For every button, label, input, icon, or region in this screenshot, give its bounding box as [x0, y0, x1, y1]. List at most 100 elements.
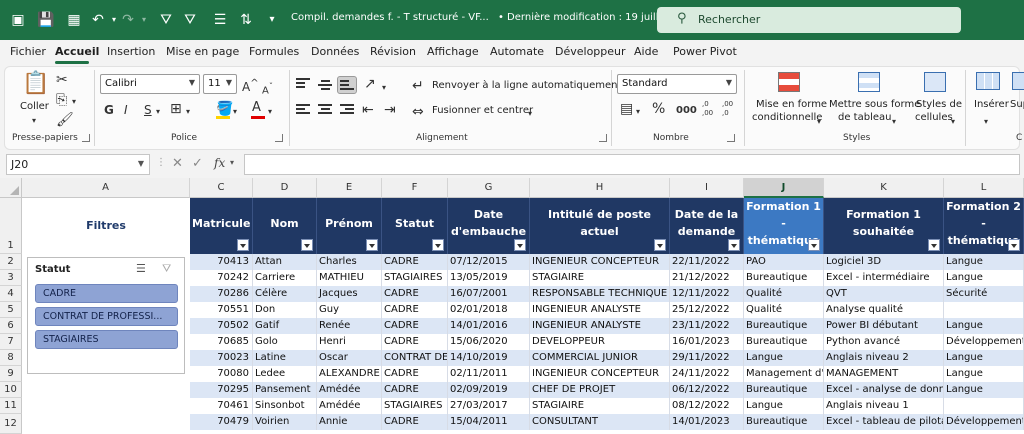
table-cell[interactable]: Golo	[253, 334, 317, 350]
table-cell[interactable]: Bureautique	[744, 334, 824, 350]
table-cell[interactable]: Ledee	[253, 366, 317, 382]
number-format-combo[interactable]: Standard ▼	[617, 74, 737, 94]
increase-font-icon[interactable]: A^	[242, 76, 259, 95]
statut-slicer[interactable]: Statut ☰ ⛛ CADRE CONTRAT DE PROFESSI... …	[27, 257, 185, 374]
table-cell[interactable]: Célère	[253, 286, 317, 302]
table-cell[interactable]: INGENIEUR ANALYSTE	[530, 318, 670, 334]
conditional-format-dropdown-icon[interactable]: ▾	[817, 114, 821, 130]
font-color-dropdown-icon[interactable]: ▾	[268, 104, 272, 120]
cell-styles-label-2[interactable]: cellules	[915, 112, 953, 123]
orientation-icon[interactable]: ↗	[364, 76, 376, 92]
table-cell[interactable]: Langue	[944, 350, 1024, 366]
accounting-dropdown-icon[interactable]: ▾	[636, 104, 640, 120]
align-center-icon[interactable]	[318, 104, 332, 116]
table-cell[interactable]: Management d'équipe	[744, 366, 824, 382]
table-cell[interactable]: 08/12/2022	[670, 398, 744, 414]
table-header-h[interactable]: Intitulé de poste actuel	[530, 198, 670, 254]
tab-automate[interactable]: Automate	[490, 45, 544, 58]
table-cell[interactable]: 70502	[190, 318, 253, 334]
clear-filter-icon[interactable]: ⛛	[162, 262, 171, 276]
font-launcher-icon[interactable]	[275, 134, 283, 142]
table-cell[interactable]: PAO	[744, 254, 824, 270]
table-cell[interactable]: Développement	[944, 414, 1024, 430]
worksheet-grid[interactable]: ACDEFGHIJKL 1 2 3 4 5 6 7 8 9 10 11 12 Filtres Stat…	[0, 178, 1024, 434]
table-cell[interactable]: 24/11/2022	[670, 366, 744, 382]
row-header-10[interactable]: 10	[0, 382, 22, 398]
column-header-e[interactable]: E	[317, 178, 382, 198]
underline-dropdown-icon[interactable]: ▾	[156, 104, 160, 120]
insert-function-button[interactable]: fx	[214, 156, 225, 170]
table-cell[interactable]: 29/11/2022	[670, 350, 744, 366]
table-cell[interactable]: Langue	[944, 366, 1024, 382]
table-cell[interactable]: Annie	[317, 414, 382, 430]
table-cell[interactable]: Langue	[944, 270, 1024, 286]
form-icon[interactable]: ☰	[210, 10, 230, 30]
filter-dropdown-icon[interactable]	[728, 239, 740, 251]
insert-cells-button[interactable]: Insérer	[974, 99, 1009, 110]
table-header-d[interactable]: Nom	[253, 198, 317, 254]
paste-icon[interactable]: 📋	[22, 72, 49, 96]
table-cell[interactable]: 02/11/2011	[448, 366, 530, 382]
row-header-11[interactable]: 11	[0, 398, 22, 414]
column-header-f[interactable]: F	[382, 178, 448, 198]
table-header-g[interactable]: Date d'embauche	[448, 198, 530, 254]
filter-dropdown-icon[interactable]	[808, 239, 820, 251]
tab-accueil[interactable]: Accueil	[55, 45, 99, 58]
table-cell[interactable]: Qualité	[744, 286, 824, 302]
table-cell[interactable]: Langue	[944, 254, 1024, 270]
table-cell[interactable]: CADRE	[382, 302, 448, 318]
table-cell[interactable]: 15/04/2011	[448, 414, 530, 430]
redo-dropdown-icon[interactable]: ▾	[134, 10, 154, 30]
table-cell[interactable]: 70023	[190, 350, 253, 366]
table-cell[interactable]: CADRE	[382, 382, 448, 398]
row-header-1[interactable]: 1	[0, 198, 22, 254]
table-header-l[interactable]: Formation 2 - thématique	[944, 198, 1024, 254]
accounting-format-icon[interactable]: ▤	[620, 101, 633, 117]
table-cell[interactable]: Henri	[317, 334, 382, 350]
function-dropdown-icon[interactable]: ▾	[230, 158, 234, 167]
number-launcher-icon[interactable]	[727, 134, 735, 142]
fill-color-icon[interactable]: 🪣	[216, 101, 233, 117]
italic-button[interactable]: I	[124, 102, 128, 118]
merge-center-icon[interactable]: ⇔	[412, 104, 424, 120]
tab-formules[interactable]: Formules	[249, 45, 299, 58]
select-all-button[interactable]	[0, 178, 22, 198]
tab-fichier[interactable]: Fichier	[10, 45, 46, 58]
conditional-format-icon[interactable]	[778, 72, 800, 92]
filter-dropdown-icon[interactable]	[301, 239, 313, 251]
merge-center-button[interactable]: Fusionner et centrer	[432, 105, 533, 116]
row-header-2[interactable]: 2	[0, 254, 22, 270]
delete-cells-icon[interactable]	[1012, 72, 1024, 90]
decrease-decimal-button[interactable]: ,00 ,0	[722, 100, 738, 118]
table-cell[interactable]: Qualité	[744, 302, 824, 318]
table-cell[interactable]: 25/12/2022	[670, 302, 744, 318]
table-cell[interactable]: CADRE	[382, 318, 448, 334]
thousands-button[interactable]: 000	[676, 103, 697, 119]
font-name-combo[interactable]: Calibri ▼	[100, 74, 200, 94]
table-cell[interactable]: CADRE	[382, 334, 448, 350]
column-header-k[interactable]: K	[824, 178, 944, 198]
table-cell[interactable]: Sécurité	[944, 286, 1024, 302]
table-cell[interactable]	[944, 398, 1024, 414]
table-cell[interactable]: STAGIAIRES	[382, 270, 448, 286]
borders-dropdown-icon[interactable]: ▾	[186, 104, 190, 120]
slicer-item-contrat[interactable]: CONTRAT DE PROFESSI...	[35, 307, 178, 326]
tab-developpeur[interactable]: Développeur	[555, 45, 626, 58]
table-header-f[interactable]: Statut	[382, 198, 448, 254]
tab-insertion[interactable]: Insertion	[107, 45, 155, 58]
table-cell[interactable]: Logiciel 3D	[824, 254, 944, 270]
table-cell[interactable]: CHEF DE PROJET	[530, 382, 670, 398]
tab-donnees[interactable]: Données	[311, 45, 359, 58]
borders-icon[interactable]: ⊞	[170, 101, 182, 117]
table-cell[interactable]: Excel - intermédiaire	[824, 270, 944, 286]
table-cell[interactable]: Voirien	[253, 414, 317, 430]
table-cell[interactable]: MANAGEMENT	[824, 366, 944, 382]
copy-dropdown-icon[interactable]: ▾	[72, 94, 76, 110]
table-cell[interactable]: Développement	[944, 334, 1024, 350]
table-cell[interactable]: 12/11/2022	[670, 286, 744, 302]
table-cell[interactable]: Amédée	[317, 398, 382, 414]
table-cell[interactable]: 02/01/2018	[448, 302, 530, 318]
table-cell[interactable]: Langue	[944, 382, 1024, 398]
clipboard-launcher-icon[interactable]	[82, 134, 90, 142]
filter-dropdown-icon[interactable]	[654, 239, 666, 251]
